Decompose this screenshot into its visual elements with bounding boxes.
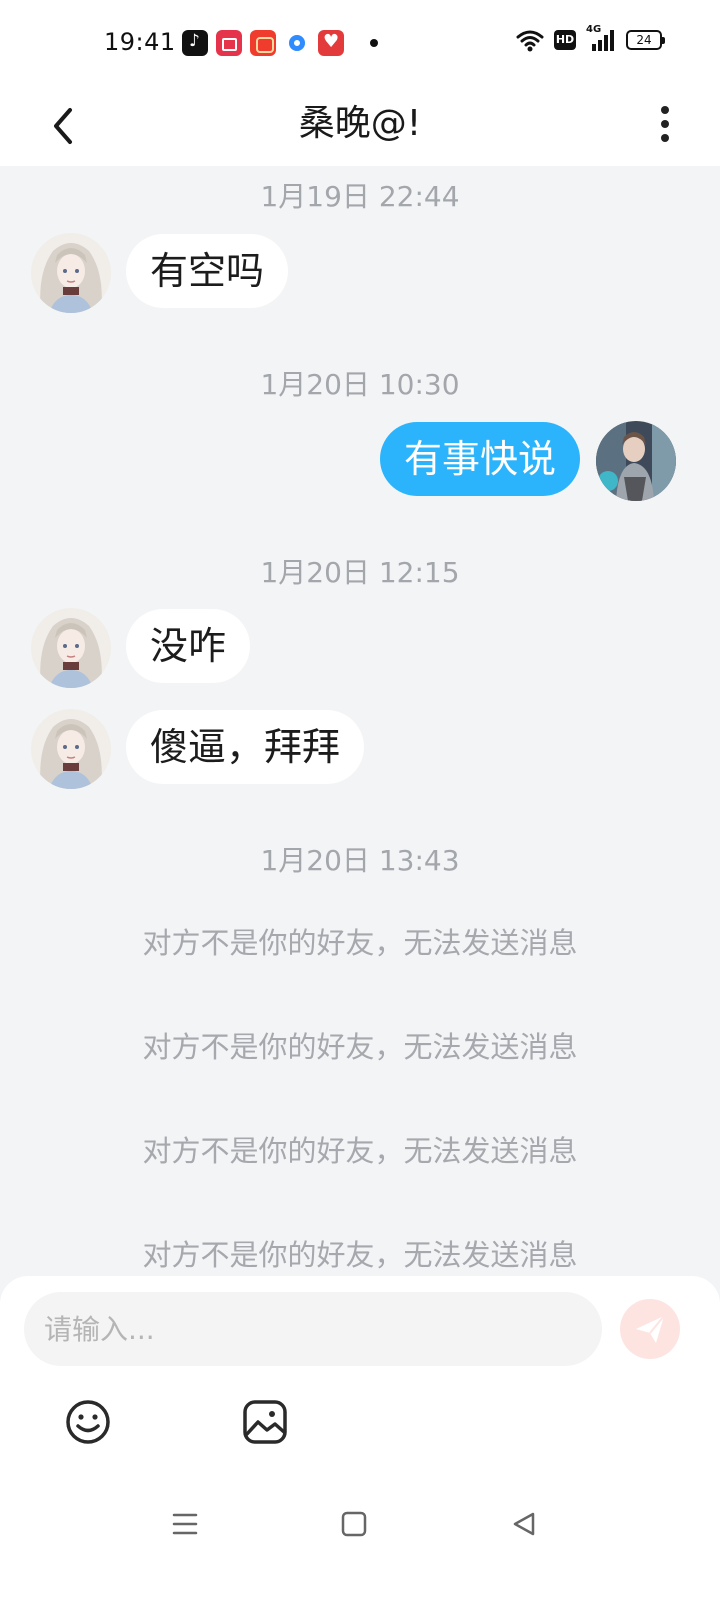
heart-app-icon (318, 30, 344, 56)
send-button[interactable] (620, 1299, 680, 1359)
message-timestamp: 1月20日 10:30 (260, 368, 460, 401)
message-timestamp: 1月20日 13:43 (260, 844, 460, 877)
system-back-button[interactable] (510, 1510, 538, 1538)
contact-avatar[interactable] (31, 709, 111, 789)
status-bar: 19:41 HD 4G 24 (0, 0, 720, 86)
message-input[interactable] (24, 1292, 602, 1366)
message-bubble-outgoing[interactable]: 有事快说 (379, 422, 580, 496)
battery-icon: 24 (626, 30, 665, 50)
wifi-icon (516, 30, 544, 52)
network-type-label: 4G (586, 24, 602, 35)
more-notifications-dot-icon (370, 39, 378, 47)
message-bubble-incoming[interactable]: 傻逼，拜拜 (126, 710, 365, 784)
system-notice: 对方不是你的好友，无法发送消息 (142, 1238, 578, 1272)
chat-header: 桑晚@! (0, 86, 720, 166)
tiktok-icon (182, 30, 208, 56)
message-timestamp: 1月19日 22:44 (260, 180, 460, 213)
vertical-ellipsis-icon (661, 106, 669, 114)
system-notice: 对方不是你的好友，无法发送消息 (142, 1030, 578, 1064)
chat-title: 桑晚@! (298, 103, 422, 144)
message-bubble-incoming[interactable]: 没咋 (126, 609, 251, 683)
status-indicators: HD 4G 24 (516, 24, 665, 52)
hd-badge: HD (554, 30, 576, 50)
square-icon (341, 1511, 367, 1537)
smiley-icon (66, 1400, 110, 1444)
notification-icons (182, 30, 378, 56)
message-timestamp: 1月20日 12:15 (260, 556, 460, 589)
menu-icon (172, 1513, 198, 1535)
contact-avatar[interactable] (31, 233, 111, 313)
contact-avatar[interactable] (31, 608, 111, 688)
paper-plane-icon (636, 1315, 665, 1343)
emoji-button[interactable] (64, 1398, 112, 1446)
triangle-back-icon (513, 1512, 535, 1536)
system-notice: 对方不是你的好友，无法发送消息 (142, 926, 578, 960)
video-icon (216, 30, 242, 56)
system-notice: 对方不是你的好友，无法发送消息 (142, 1134, 578, 1168)
status-time: 19:41 (104, 28, 176, 56)
signal-icon: 4G (586, 24, 616, 52)
home-button[interactable] (340, 1510, 368, 1538)
browser-icon (284, 30, 310, 56)
image-button[interactable] (241, 1398, 289, 1446)
my-avatar[interactable] (596, 421, 676, 501)
image-icon (243, 1400, 287, 1444)
message-bubble-incoming[interactable]: 有空吗 (126, 234, 289, 308)
shop-icon (250, 30, 276, 56)
more-options-button[interactable] (650, 100, 680, 152)
recent-apps-button[interactable] (171, 1510, 199, 1538)
composer-panel (0, 1276, 720, 1600)
